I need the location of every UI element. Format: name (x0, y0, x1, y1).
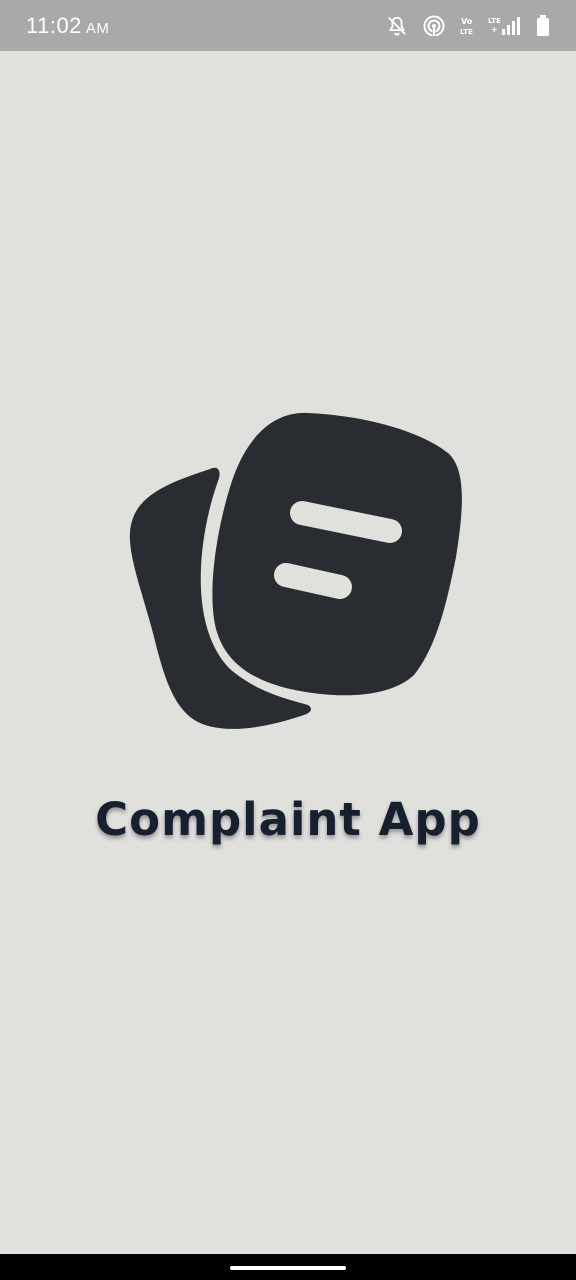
hotspot-icon (422, 14, 446, 38)
status-time: 11:02 AM (26, 13, 109, 39)
notifications-off-icon (386, 15, 408, 37)
chat-bubbles-icon (118, 407, 478, 737)
status-time-ampm: AM (85, 19, 110, 37)
status-bar: 11:02 AM Vo LTE LTE + (0, 0, 576, 51)
app-title: Complaint App (95, 793, 481, 846)
lte-label-bottom: + (491, 25, 498, 34)
home-indicator[interactable] (230, 1266, 346, 1270)
volte-icon: Vo LTE (460, 15, 474, 37)
status-time-value: 11:02 (26, 12, 82, 38)
navigation-bar (0, 1254, 576, 1280)
status-icons: Vo LTE LTE + (386, 14, 550, 38)
splash-screen: Complaint App (0, 51, 576, 1254)
battery-icon (536, 14, 550, 37)
volte-label-top: Vo (461, 17, 473, 26)
lte-label-top: LTE (488, 17, 501, 25)
lte-signal-icon: LTE + (488, 15, 522, 37)
volte-label-bottom: LTE (460, 28, 473, 36)
